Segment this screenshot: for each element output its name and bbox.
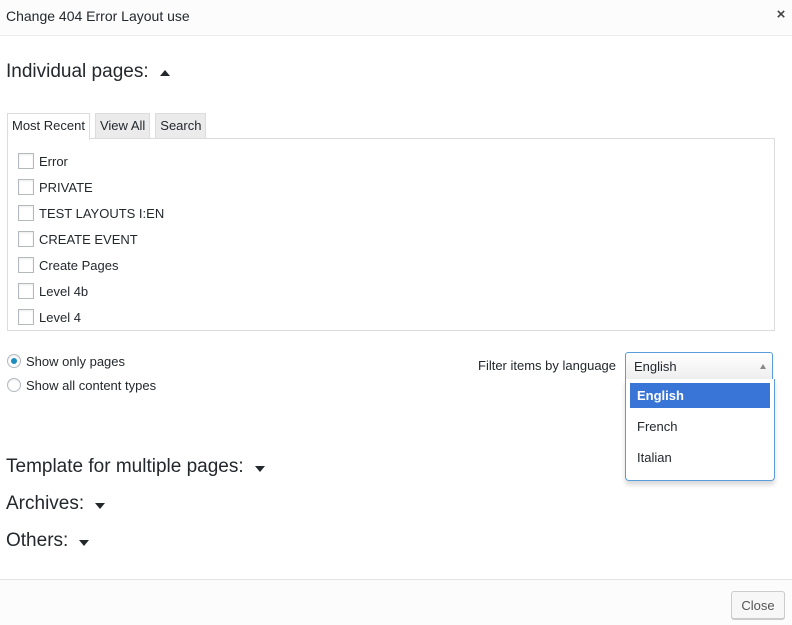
close-icon[interactable]: × <box>774 6 788 24</box>
page-label: Error <box>39 153 68 169</box>
page-label: Level 4b <box>39 283 89 299</box>
layout-use-dialog: Change 404 Error Layout use × Individual… <box>0 0 792 625</box>
page-checkbox[interactable] <box>18 153 34 169</box>
page-checkbox[interactable] <box>18 179 34 195</box>
page-label: TEST LAYOUTS I:EN <box>39 205 165 221</box>
page-item-private[interactable]: PRIVATE <box>18 178 93 196</box>
pages-checklist: Error PRIVATE TEST LAYOUTS I:EN CREATE E… <box>7 138 775 331</box>
page-item-create-pages[interactable]: Create Pages <box>18 256 119 274</box>
page-item-level-4[interactable]: Level 4 <box>18 308 81 326</box>
page-checkbox[interactable] <box>18 283 34 299</box>
template-multiple-pages-toggle[interactable]: Template for multiple pages: <box>6 456 265 478</box>
radio-button[interactable] <box>7 378 21 392</box>
page-checkbox[interactable] <box>18 231 34 247</box>
chevron-up-icon <box>760 364 766 369</box>
radio-show-all-content-types[interactable]: Show all content types <box>7 376 156 394</box>
radio-label: Show all content types <box>26 377 157 393</box>
caret-down-icon <box>254 466 265 472</box>
page-tabs: Most Recent View All Search <box>7 113 211 140</box>
language-select-value: English <box>634 359 677 374</box>
individual-pages-toggle[interactable]: Individual pages: <box>6 61 170 83</box>
caret-down-icon <box>95 503 106 509</box>
page-item-test-layouts[interactable]: TEST LAYOUTS I:EN <box>18 204 164 222</box>
others-toggle[interactable]: Others: <box>6 530 90 552</box>
radio-show-only-pages[interactable]: Show only pages <box>7 352 125 370</box>
template-multiple-pages-heading: Template for multiple pages: <box>6 456 244 477</box>
radio-label: Show only pages <box>26 353 126 369</box>
page-checkbox[interactable] <box>18 205 34 221</box>
language-option-french[interactable]: French <box>630 414 770 439</box>
caret-down-icon <box>79 540 90 546</box>
radio-button[interactable] <box>7 354 21 368</box>
page-item-error[interactable]: Error <box>18 152 68 170</box>
close-button[interactable]: Close <box>731 591 785 619</box>
page-label: Level 4 <box>39 309 81 325</box>
tab-search[interactable]: Search <box>155 113 207 138</box>
page-label: PRIVATE <box>39 179 93 195</box>
page-item-level-4b[interactable]: Level 4b <box>18 282 88 300</box>
tab-view-all[interactable]: View All <box>94 113 151 138</box>
archives-toggle[interactable]: Archives: <box>6 493 106 515</box>
caret-up-icon <box>159 70 170 76</box>
language-dropdown: English French Italian <box>625 379 775 481</box>
page-label: Create Pages <box>39 257 119 273</box>
others-heading: Others: <box>6 530 69 551</box>
dialog-footer: Close <box>0 579 792 625</box>
page-checkbox[interactable] <box>18 309 34 325</box>
dialog-title: Change 404 Error Layout use <box>6 8 190 24</box>
tab-most-recent[interactable]: Most Recent <box>7 113 90 140</box>
dialog-header: Change 404 Error Layout use × <box>0 0 792 36</box>
language-select[interactable]: English <box>625 352 773 379</box>
archives-heading: Archives: <box>6 493 85 514</box>
language-option-english[interactable]: English <box>630 383 770 408</box>
page-item-create-event[interactable]: CREATE EVENT <box>18 230 138 248</box>
language-option-italian[interactable]: Italian <box>630 445 770 470</box>
page-checkbox[interactable] <box>18 257 34 273</box>
language-filter-label: Filter items by language <box>478 358 617 373</box>
individual-pages-heading: Individual pages: <box>6 61 149 82</box>
page-label: CREATE EVENT <box>39 231 138 247</box>
